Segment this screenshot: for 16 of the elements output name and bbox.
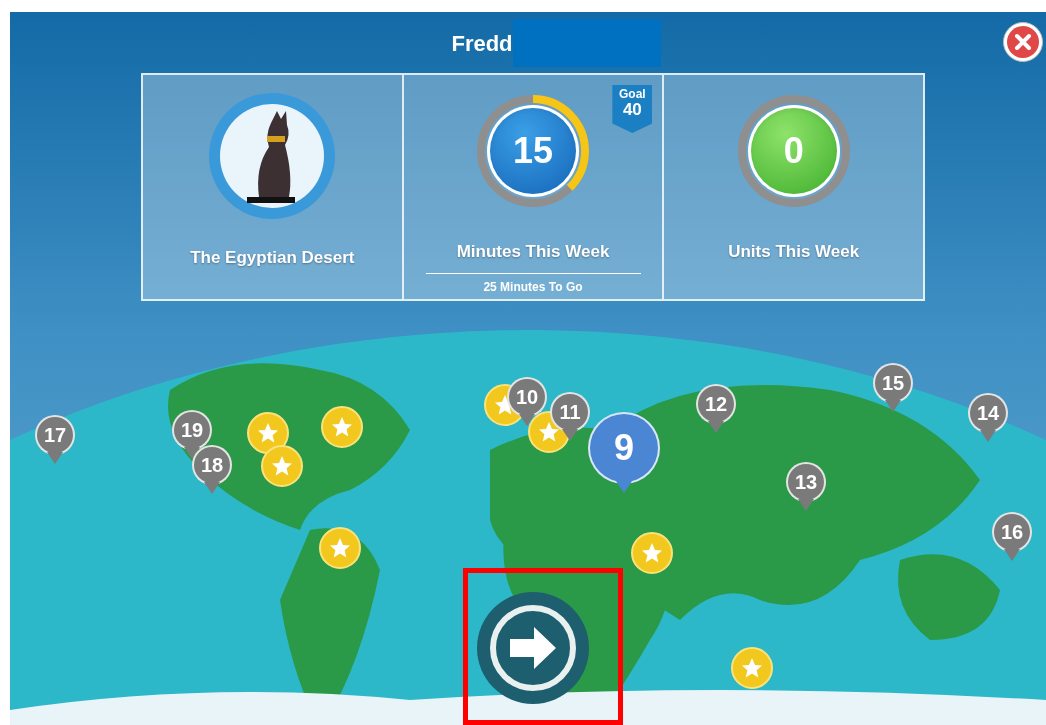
star-icon (330, 415, 354, 439)
cat-statue-icon (207, 91, 338, 221)
minutes-to-go: 25 Minutes To Go (483, 278, 583, 296)
card-label: Units This Week (728, 241, 860, 263)
star-icon (270, 454, 294, 478)
arrow-right-icon (488, 603, 578, 693)
goal-badge: Goal 40 (612, 85, 653, 133)
star-icon (256, 421, 280, 445)
card-label: Minutes This Week (456, 241, 610, 263)
star-icon (328, 536, 352, 560)
star-icon (640, 541, 664, 565)
star-icon (537, 420, 561, 444)
star-icon (740, 656, 764, 680)
card-label: The Egyptian Desert (190, 247, 355, 269)
player-name: Fredd (451, 29, 513, 58)
close-icon (1006, 25, 1040, 59)
